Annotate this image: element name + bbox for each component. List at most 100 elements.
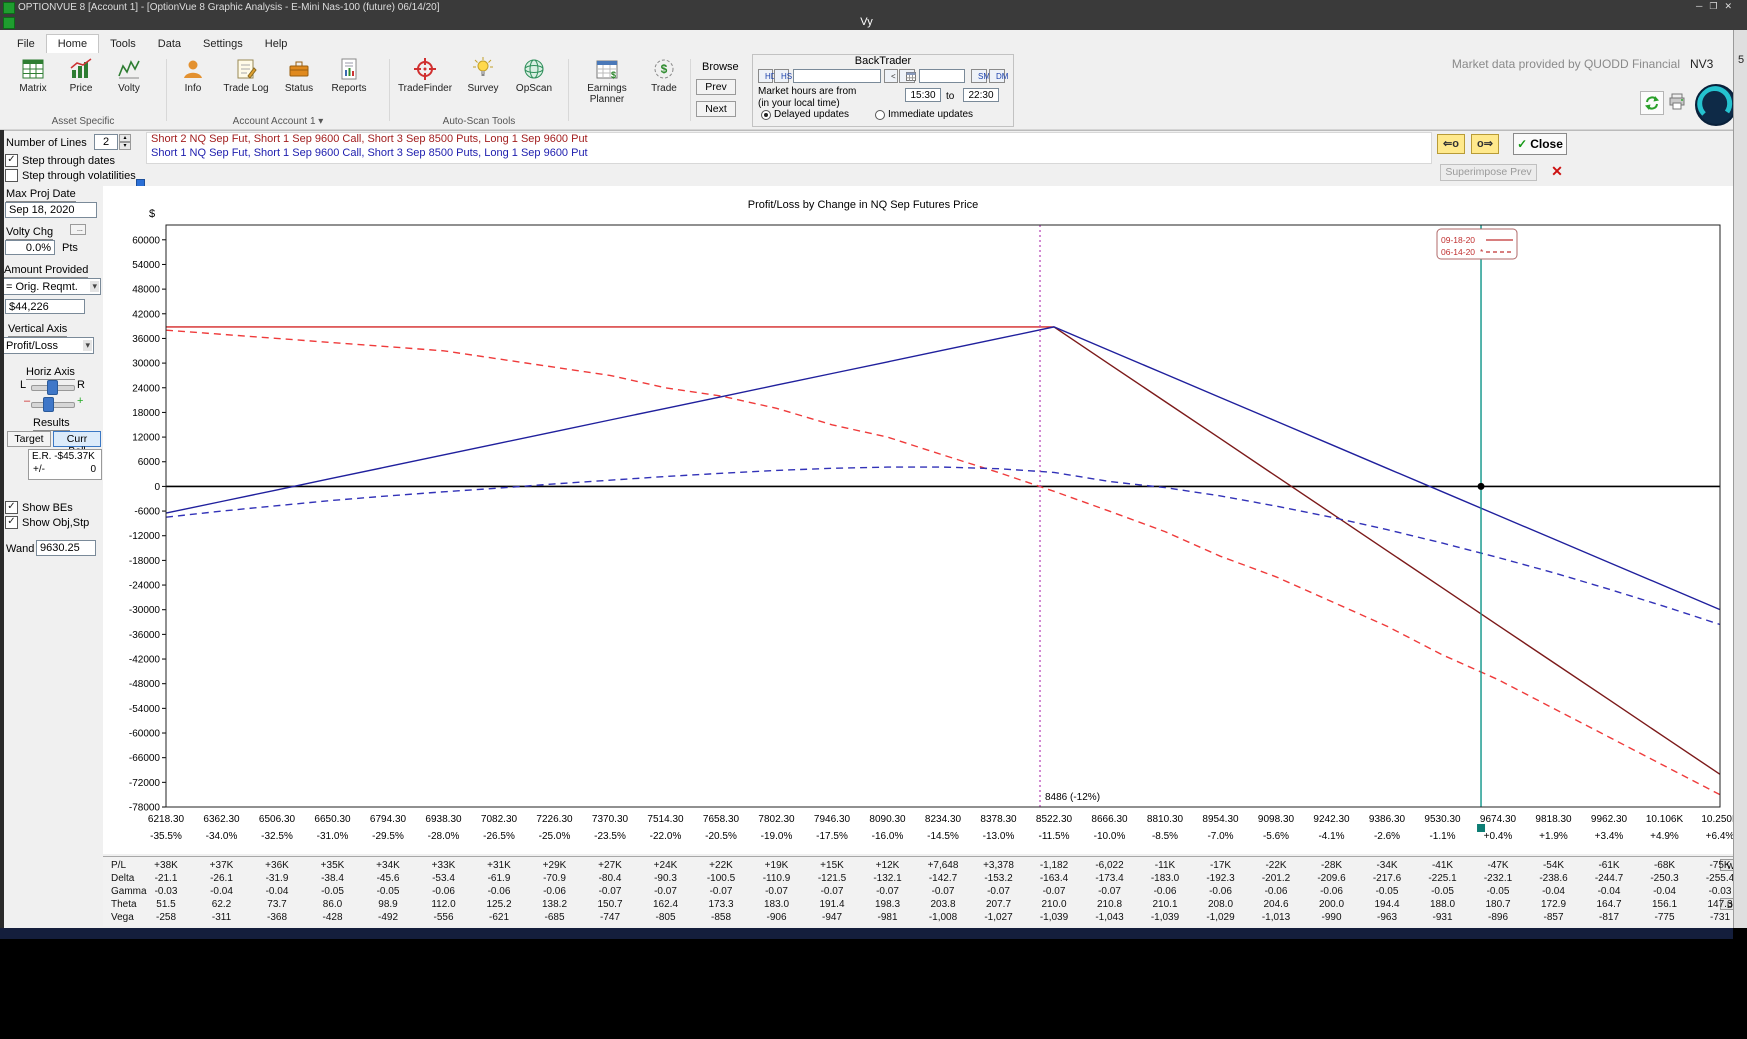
superimpose-prev-button[interactable]: Superimpose Prev bbox=[1440, 164, 1537, 181]
ribbon-button-status[interactable]: Status bbox=[276, 55, 322, 94]
svg-text:7226.30: 7226.30 bbox=[536, 814, 573, 825]
max-proj-date-input[interactable] bbox=[5, 202, 97, 218]
immediate-updates-radio[interactable] bbox=[875, 110, 885, 120]
svg-text:54000: 54000 bbox=[132, 260, 160, 271]
svg-text:-4.1%: -4.1% bbox=[1318, 831, 1344, 842]
svg-text:7802.30: 7802.30 bbox=[758, 814, 795, 825]
delete-graph-button[interactable]: ✕ bbox=[1548, 162, 1566, 180]
table-cell: -0.05 bbox=[1431, 886, 1454, 897]
step-through-volatilities-checkbox[interactable]: Step through volatilities bbox=[5, 169, 136, 182]
table-cell: 156.1 bbox=[1652, 899, 1677, 910]
amount-mode-dropdown[interactable]: = Orig. Reqmt. ▾ bbox=[2, 278, 101, 295]
next-graph-button[interactable]: o⇒ bbox=[1471, 134, 1499, 154]
horiz-axis-slider-thumb[interactable] bbox=[47, 380, 58, 395]
ribbon-button-matrix[interactable]: Matrix bbox=[10, 55, 56, 94]
close-button[interactable]: ✓ Close bbox=[1513, 133, 1567, 155]
show-bes-checkbox[interactable]: ✓ Show BEs bbox=[5, 501, 73, 514]
table-cell: 138.2 bbox=[542, 899, 567, 910]
step-through-dates-checkbox[interactable]: ✓ Step through dates bbox=[5, 154, 115, 167]
ribbon-button-info[interactable]: Info bbox=[170, 55, 216, 94]
browse-prev-button[interactable]: Prev bbox=[696, 79, 736, 95]
vertical-axis-dropdown[interactable]: Profit/Loss ▾ bbox=[2, 337, 94, 354]
ribbon-separator bbox=[166, 59, 167, 121]
ribbon-button-earnings-planner[interactable]: $ Earnings Planner bbox=[576, 55, 638, 105]
lines-spin-down[interactable]: ▾ bbox=[119, 142, 131, 150]
calendar-button[interactable] bbox=[899, 69, 915, 83]
table-cell: -75K bbox=[1709, 860, 1730, 871]
group-asset-specific: Matrix Price Volty Asset Specific bbox=[4, 53, 162, 129]
table-cell: +35K bbox=[321, 860, 345, 871]
ribbon-button-reports[interactable]: Reports bbox=[324, 55, 374, 94]
back-arrow-button[interactable]: < bbox=[884, 69, 898, 83]
ribbon-button-price[interactable]: Price bbox=[58, 55, 104, 94]
ribbon-button-volty[interactable]: Volty bbox=[106, 55, 152, 94]
sm-button[interactable]: SM bbox=[971, 69, 987, 83]
close-window-button[interactable]: ✕ bbox=[1724, 1, 1739, 11]
menu-data[interactable]: Data bbox=[147, 35, 192, 53]
svg-text:-60000: -60000 bbox=[129, 729, 161, 740]
svg-text:-34.0%: -34.0% bbox=[206, 831, 238, 842]
zoom-slider-thumb[interactable] bbox=[43, 397, 54, 412]
volty-chg-input[interactable] bbox=[5, 240, 55, 255]
amount-provided-input[interactable] bbox=[5, 299, 85, 314]
table-cell: 173.3 bbox=[708, 899, 733, 910]
menu-file[interactable]: File bbox=[6, 35, 46, 53]
browse-next-button[interactable]: Next bbox=[696, 101, 736, 117]
table-cell: -0.03 bbox=[155, 886, 178, 897]
ribbon-button-tradefinder[interactable]: TradeFinder bbox=[393, 55, 457, 94]
table-cell: 203.8 bbox=[930, 899, 955, 910]
market-open-input[interactable] bbox=[905, 88, 941, 102]
backtrader-value-input[interactable] bbox=[919, 69, 965, 83]
prev-graph-button[interactable]: ⇐o bbox=[1437, 134, 1465, 154]
menu-settings[interactable]: Settings bbox=[192, 35, 254, 53]
target-button[interactable]: Target bbox=[7, 431, 51, 447]
table-cell: -238.6 bbox=[1539, 873, 1567, 884]
hd-button[interactable]: HD bbox=[758, 69, 773, 83]
table-cell: -817 bbox=[1599, 912, 1619, 923]
menu-help[interactable]: Help bbox=[254, 35, 299, 53]
table-cell: -6,022 bbox=[1095, 860, 1123, 871]
market-close-input[interactable] bbox=[963, 88, 999, 102]
matrix-icon bbox=[20, 55, 46, 83]
menu-tools[interactable]: Tools bbox=[99, 35, 147, 53]
minimize-button[interactable]: ─ bbox=[1696, 1, 1709, 11]
svg-text:0: 0 bbox=[154, 482, 160, 493]
max-proj-date-label: Max Proj Date bbox=[6, 188, 76, 202]
svg-text:6000: 6000 bbox=[138, 457, 161, 468]
check-icon: ✓ bbox=[1517, 137, 1527, 151]
right-edge-strip: 5 bbox=[1733, 30, 1747, 928]
table-cell: -1,013 bbox=[1262, 912, 1290, 923]
table-cell: 150.7 bbox=[597, 899, 622, 910]
curr-bell-button[interactable]: Curr Bell bbox=[53, 431, 101, 447]
profit-loss-chart[interactable]: Profit/Loss by Change in NQ Sep Futures … bbox=[103, 186, 1733, 856]
table-cell: -1,027 bbox=[984, 912, 1012, 923]
ribbon-button-trade-log[interactable]: Trade Log bbox=[218, 55, 274, 94]
lines-spin-up[interactable]: ▴ bbox=[119, 134, 131, 142]
svg-text:-1.1%: -1.1% bbox=[1429, 831, 1455, 842]
table-cell: -0.04 bbox=[210, 886, 233, 897]
backtrader-date-input[interactable] bbox=[793, 69, 881, 83]
table-cell: 188.0 bbox=[1430, 899, 1455, 910]
strategy-panel: Short 2 NQ Sep Fut, Short 1 Sep 9600 Cal… bbox=[146, 132, 1432, 164]
maximize-button[interactable]: ❐ bbox=[1709, 1, 1724, 11]
volty-options-button[interactable]: ... bbox=[70, 224, 86, 235]
ribbon-button-trade[interactable]: $ Trade bbox=[642, 55, 686, 94]
svg-text:-31.0%: -31.0% bbox=[317, 831, 349, 842]
delayed-updates-radio[interactable] bbox=[761, 110, 771, 120]
refresh-button[interactable] bbox=[1640, 91, 1664, 115]
group-label-asset-specific: Asset Specific bbox=[4, 116, 162, 127]
hs-button[interactable]: HS bbox=[774, 69, 789, 83]
menu-home[interactable]: Home bbox=[46, 34, 99, 53]
svg-text:-78000: -78000 bbox=[129, 803, 161, 814]
wand-input[interactable] bbox=[36, 540, 96, 556]
ribbon-button-survey[interactable]: Survey bbox=[459, 55, 507, 94]
ribbon-button-opscan[interactable]: OpScan bbox=[509, 55, 559, 94]
show-obj-stp-checkbox[interactable]: ✓ Show Obj,Stp bbox=[5, 516, 89, 529]
table-cell: 162.4 bbox=[653, 899, 678, 910]
dm-button[interactable]: DM bbox=[989, 69, 1005, 83]
number-of-lines-input[interactable] bbox=[94, 134, 118, 150]
trade-dollar-icon: $ bbox=[651, 55, 677, 83]
print-button[interactable] bbox=[1666, 91, 1688, 113]
table-cell: -685 bbox=[544, 912, 564, 923]
group-label-account[interactable]: Account Account 1 ▾ bbox=[170, 116, 386, 127]
